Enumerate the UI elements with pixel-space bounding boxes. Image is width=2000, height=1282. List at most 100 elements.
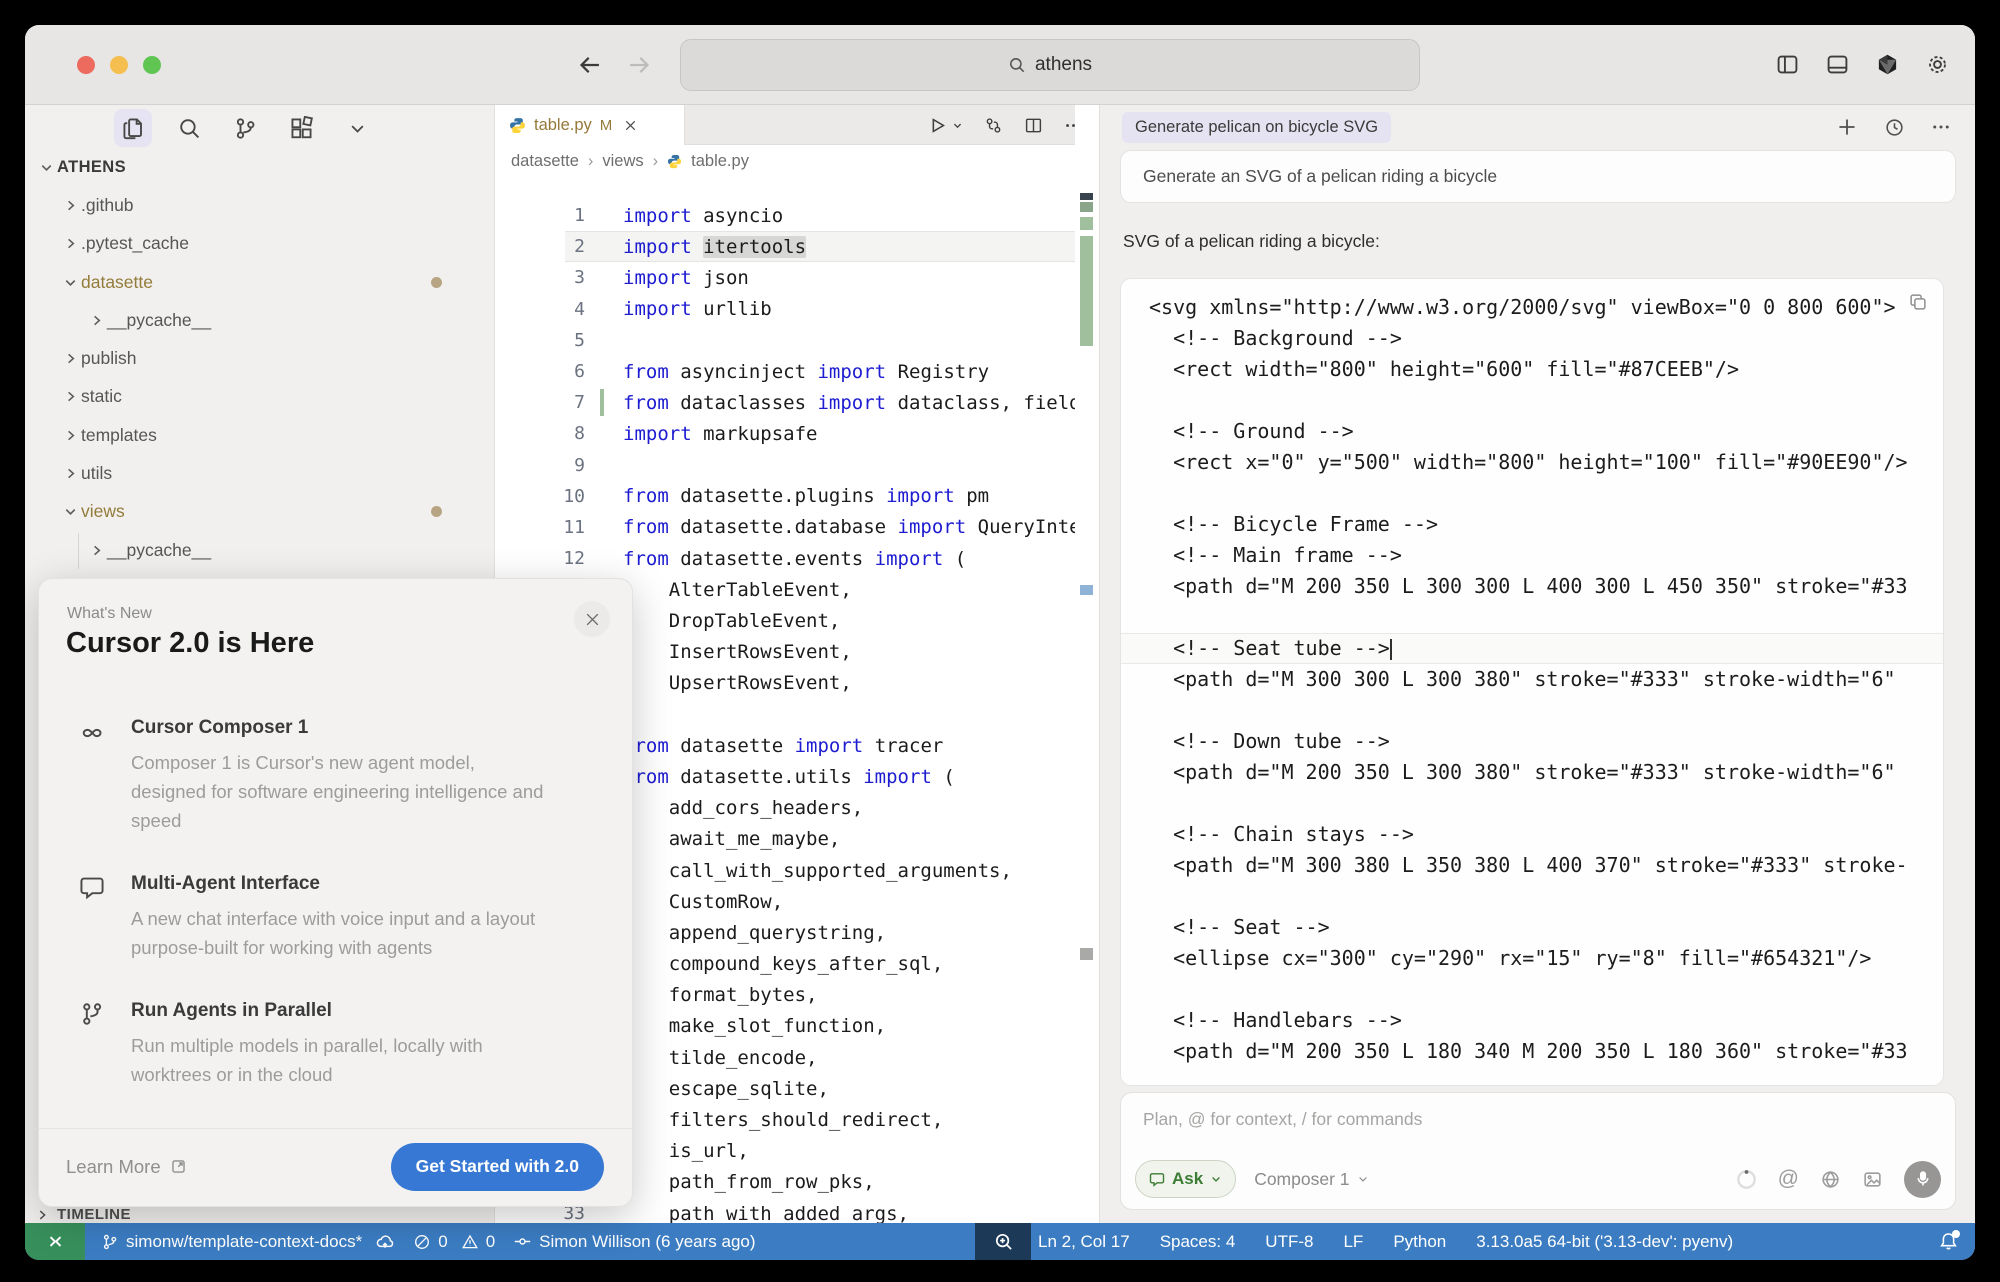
timeline-section-header[interactable]: TIMELINE (35, 1206, 131, 1223)
svg-code-line: <!-- Chain stays --> (1121, 819, 1943, 850)
notifications-bell-icon[interactable] (1938, 1231, 1959, 1252)
tree-item-pycache[interactable]: __pycache__ (25, 301, 494, 339)
code-line[interactable]: 5 (495, 325, 1075, 356)
settings-gear-icon[interactable] (1926, 53, 1949, 76)
chat-session-tab[interactable]: Generate pelican on bicycle SVG (1122, 112, 1391, 143)
toggle-panel-icon[interactable] (1826, 53, 1849, 76)
interpreter-status[interactable]: 3.13.0a5 64-bit ('3.13-dev': pyenv) (1476, 1232, 1733, 1252)
search-icon (1008, 56, 1026, 74)
mode-selector-ask[interactable]: Ask (1135, 1160, 1236, 1198)
toggle-sidebar-icon[interactable] (1776, 53, 1799, 76)
user-message: Generate an SVG of a pelican riding a bi… (1120, 150, 1956, 203)
encoding-status[interactable]: UTF-8 (1265, 1232, 1313, 1252)
breadcrumb-item[interactable]: views (602, 152, 643, 171)
tree-item-pytestcache[interactable]: .pytest_cache (25, 225, 494, 263)
code-line[interactable]: 1import asyncio (495, 200, 1075, 231)
forward-arrow-icon[interactable] (626, 52, 652, 78)
tree-item-views[interactable]: views (25, 493, 494, 531)
git-branch-status[interactable]: simonw/template-context-docs* (101, 1232, 395, 1252)
history-icon[interactable] (1884, 117, 1905, 138)
line-number: 3 (495, 267, 585, 288)
breadcrumb-item[interactable]: table.py (691, 152, 749, 171)
code-line[interactable]: 10from datasette.plugins import pm (495, 481, 1075, 512)
svg-code-block[interactable]: <svg xmlns="http://www.w3.org/2000/svg" … (1120, 278, 1944, 1086)
get-started-button[interactable]: Get Started with 2.0 (391, 1143, 604, 1191)
more-options-icon[interactable] (1931, 117, 1951, 137)
breadcrumb-item[interactable]: datasette (511, 152, 579, 171)
usage-indicator-icon[interactable] (1736, 1169, 1757, 1190)
code-line[interactable]: 11from datasette.database import QueryIn… (495, 512, 1075, 543)
tree-item-pycache[interactable]: __pycache__ (25, 531, 494, 569)
open-changes-icon[interactable] (984, 116, 1003, 135)
tab-table-py[interactable]: table.py M (495, 105, 685, 145)
svg-code-line: <rect x="0" y="500" width="800" height="… (1121, 447, 1943, 478)
git-blame-status[interactable]: Simon Willison (6 years ago) (513, 1232, 755, 1252)
run-python-file-icon[interactable] (928, 116, 963, 135)
code-line[interactable]: 3import json (495, 262, 1075, 293)
attach-image-icon[interactable] (1862, 1169, 1883, 1190)
svg-code-line: <svg xmlns="http://www.w3.org/2000/svg" … (1121, 292, 1943, 323)
feature-title: Cursor Composer 1 (131, 717, 546, 739)
microphone-button[interactable] (1904, 1161, 1941, 1198)
errors-count: 0 (438, 1232, 447, 1252)
code-line[interactable]: 8import markupsafe (495, 418, 1075, 449)
cursor-logo-icon[interactable] (1876, 53, 1899, 76)
code-line[interactable]: 9 (495, 450, 1075, 481)
svg-code-line (1121, 602, 1943, 633)
code-line[interactable]: 6from asyncinject import Registry (495, 356, 1075, 387)
split-editor-icon[interactable] (1024, 116, 1043, 135)
web-globe-icon[interactable] (1820, 1169, 1841, 1190)
search-panel-icon[interactable] (170, 109, 208, 147)
tree-item-utils[interactable]: utils (25, 454, 494, 492)
diff-added-marker (1080, 236, 1093, 346)
code-line[interactable]: 4import urllib (495, 294, 1075, 325)
dialog-kicker: What's New (67, 605, 152, 623)
chat-bubble-icon (79, 873, 109, 962)
chevron-right-icon (59, 236, 81, 251)
svg-code-line: <!-- Main frame --> (1121, 540, 1943, 571)
tree-item-datasette[interactable]: datasette (25, 263, 494, 301)
more-views-chevron-icon[interactable] (338, 109, 376, 147)
code-line[interactable]: 7from dataclasses import dataclass, fiel… (495, 387, 1075, 418)
indentation-status[interactable]: Spaces: 4 (1160, 1232, 1236, 1252)
language-status[interactable]: Python (1393, 1232, 1446, 1252)
svg-code-line: <!-- Ground --> (1121, 416, 1943, 447)
problems-status[interactable]: 0 0 (413, 1232, 495, 1252)
new-chat-icon[interactable] (1836, 116, 1858, 138)
chevron-right-icon (59, 428, 81, 443)
svg-code-line: <!-- Down tube --> (1121, 726, 1943, 757)
code-line[interactable]: 12from datasette.events import ( (495, 543, 1075, 574)
extensions-icon[interactable] (282, 109, 320, 147)
tree-item-static[interactable]: static (25, 378, 494, 416)
line-number: 8 (495, 423, 585, 444)
eol-status[interactable]: LF (1343, 1232, 1363, 1252)
tree-item-github[interactable]: .github (25, 186, 494, 224)
learn-more-link[interactable]: Learn More (66, 1156, 187, 1178)
copy-code-icon[interactable] (1901, 287, 1935, 317)
code-line[interactable]: 2import itertools (495, 231, 1075, 262)
remote-indicator[interactable] (25, 1223, 85, 1260)
close-tab-icon[interactable] (623, 118, 638, 133)
svg-code-line: <!-- Seat tube --> (1121, 633, 1943, 664)
minimize-window-button[interactable] (110, 56, 128, 74)
tree-root-athens[interactable]: ATHENS (25, 148, 494, 186)
model-selector[interactable]: Composer 1 (1254, 1169, 1368, 1190)
mention-icon[interactable]: @ (1778, 1167, 1799, 1191)
tree-item-templates[interactable]: templates (25, 416, 494, 454)
source-control-icon[interactable] (226, 109, 264, 147)
svg-code-line: <!-- Bicycle Frame --> (1121, 509, 1943, 540)
explorer-icon[interactable] (114, 109, 152, 147)
close-window-button[interactable] (77, 56, 95, 74)
chat-bubble-icon (1149, 1171, 1165, 1187)
python-file-icon (667, 154, 682, 169)
close-dialog-icon[interactable] (574, 601, 610, 637)
editor-overview-ruler[interactable] (1075, 105, 1099, 1223)
maximize-window-button[interactable] (143, 56, 161, 74)
tree-item-publish[interactable]: publish (25, 339, 494, 377)
window-search-input[interactable]: athens (680, 39, 1420, 91)
back-arrow-icon[interactable] (577, 52, 603, 78)
chevron-right-icon (59, 351, 81, 366)
chat-input[interactable]: Plan, @ for context, / for commands Ask … (1120, 1092, 1956, 1210)
zoom-status[interactable] (975, 1223, 1031, 1260)
cursor-position-status[interactable]: Ln 2, Col 17 (1038, 1232, 1130, 1252)
